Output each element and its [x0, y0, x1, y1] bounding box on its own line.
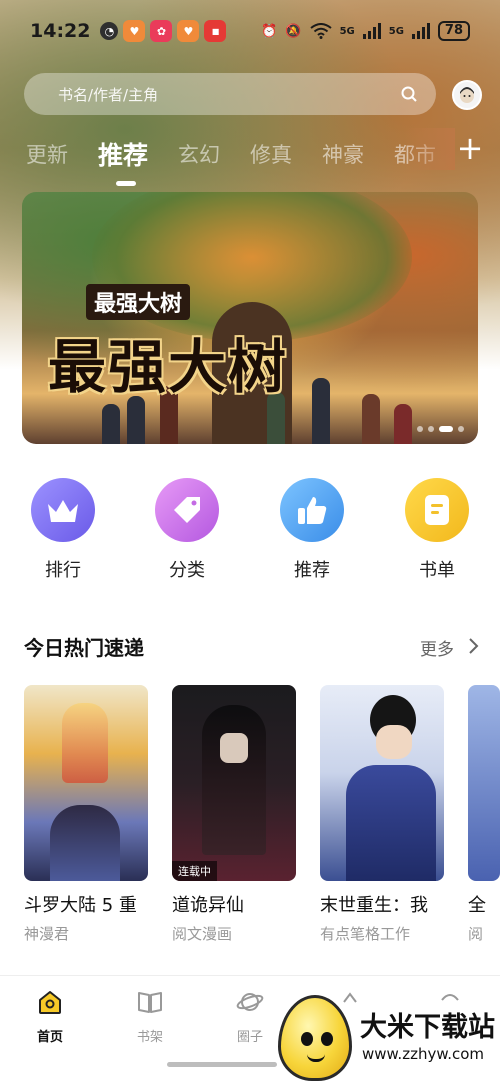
nav-bookshelf[interactable]: 书架 — [115, 988, 185, 1045]
nav-label: 书架 — [136, 1030, 163, 1045]
network-type: 5G — [339, 25, 355, 37]
chevron-right-icon[interactable] — [466, 636, 480, 656]
search-icon[interactable] — [400, 85, 418, 103]
user-avatar-icon — [460, 87, 474, 103]
carousel-dot — [458, 426, 464, 432]
signal-icon — [411, 23, 430, 39]
comic-title: 全 — [468, 895, 486, 916]
tab-xuanhuan[interactable]: 玄幻 — [178, 139, 220, 169]
banner-figure — [102, 404, 120, 444]
status-bar: 14:22 ◔ ♥ ✿ ♥ ■ ⏰ 🔕 5G 5G 78 — [0, 0, 500, 62]
tab-update[interactable]: 更新 — [26, 139, 68, 169]
carousel-indicator — [417, 426, 464, 432]
banner-subtitle: 最强大树 — [86, 284, 191, 320]
status-time: 14:22 — [30, 20, 91, 42]
wifi-icon — [309, 23, 332, 39]
watermark-url: www.zzhyw.com — [362, 1045, 485, 1063]
banner-title: 最强大树 — [48, 333, 289, 401]
comic-author: 阅 — [468, 925, 484, 943]
watermark-mascot-icon — [278, 995, 352, 1081]
banner-figure — [312, 378, 330, 444]
banner-carousel[interactable]: 最强大树 最强大树 — [22, 192, 478, 444]
carousel-dot — [439, 426, 453, 432]
home-indicator[interactable] — [167, 1062, 277, 1067]
tabs-fade — [405, 128, 455, 170]
comic-title: 末世重生：我 — [320, 895, 428, 916]
category-ranking[interactable]: 排行 — [18, 478, 108, 582]
category-classify[interactable]: 分类 — [142, 478, 232, 582]
comic-card[interactable]: 末世重生：我 有点笔格工作 — [320, 685, 444, 944]
tag-icon — [155, 478, 219, 542]
notification-app-icon: ■ — [204, 20, 227, 42]
home-icon — [39, 991, 61, 1014]
comic-cover[interactable]: 连载中 — [172, 685, 296, 881]
avatar[interactable] — [452, 80, 482, 110]
category-label: 推荐 — [294, 560, 330, 581]
comic-card[interactable]: 斗罗大陆 5 重 神漫君 — [24, 685, 148, 944]
add-tab-icon[interactable]: + — [455, 131, 485, 167]
comic-cover[interactable] — [468, 685, 500, 881]
more-link[interactable]: 更多 — [420, 635, 454, 660]
carousel-dot — [428, 426, 434, 432]
category-label: 分类 — [169, 560, 205, 581]
tab-shenhao[interactable]: 神豪 — [322, 139, 364, 169]
mute-icon: 🔕 — [285, 23, 302, 39]
comic-author: 有点笔格工作 — [320, 925, 411, 943]
nav-label: 首页 — [36, 1030, 63, 1045]
crown-icon — [31, 478, 95, 542]
comic-card[interactable]: 全 阅 — [468, 685, 500, 944]
planet-icon — [236, 993, 264, 1011]
search-placeholder: 书名/作者/主角 — [58, 85, 159, 104]
tab-xiuzhen[interactable]: 修真 — [250, 139, 292, 169]
category-label: 书单 — [419, 560, 455, 581]
notification-app-icon: ✿ — [150, 20, 173, 42]
comic-title: 道诡异仙 — [172, 895, 244, 916]
comic-author: 神漫君 — [24, 925, 70, 943]
battery-indicator: 78 — [437, 21, 470, 41]
alarm-icon: ⏰ — [261, 23, 278, 39]
category-recommend[interactable]: 推荐 — [267, 478, 357, 582]
carousel-dot — [417, 426, 423, 432]
comic-cover[interactable] — [24, 685, 148, 881]
status-badge: 连载中 — [172, 861, 217, 881]
watermark-text: 大米下载站 — [360, 1012, 495, 1043]
quick-categories: 排行 分类 推荐 书单 — [0, 478, 500, 588]
thumbs-up-icon — [280, 478, 344, 542]
comic-author: 阅文漫画 — [172, 925, 233, 943]
network-type: 5G — [388, 25, 404, 37]
nav-home[interactable]: 首页 — [15, 988, 85, 1045]
notification-icons: ◔ ♥ ✿ ♥ ■ — [100, 20, 227, 42]
comic-card[interactable]: 连载中 道诡异仙 阅文漫画 — [172, 685, 296, 944]
search-bar[interactable]: 书名/作者/主角 — [24, 73, 436, 115]
banner-figure — [362, 394, 380, 444]
section-title: 今日热门速递 — [24, 636, 144, 660]
watermark: 大米下载站 www.zzhyw.com — [278, 995, 500, 1082]
nav-label: 圈子 — [236, 1030, 263, 1045]
signal-icon — [362, 23, 381, 39]
banner-figure — [394, 404, 412, 444]
nav-circle[interactable]: 圈子 — [215, 988, 285, 1045]
system-status: ⏰ 🔕 5G 5G 78 — [261, 21, 470, 41]
bookshelf-icon — [138, 992, 162, 1013]
notification-app-icon: ♥ — [123, 20, 146, 42]
comic-cover[interactable] — [320, 685, 444, 881]
comic-title: 斗罗大陆 5 重 — [24, 895, 137, 916]
tab-recommend[interactable]: 推荐 — [98, 136, 148, 186]
category-booklist[interactable]: 书单 — [392, 478, 482, 582]
notification-app-icon: ♥ — [177, 20, 200, 42]
booklist-icon — [405, 478, 469, 542]
category-label: 排行 — [45, 560, 81, 581]
notification-app-icon: ◔ — [100, 22, 119, 40]
